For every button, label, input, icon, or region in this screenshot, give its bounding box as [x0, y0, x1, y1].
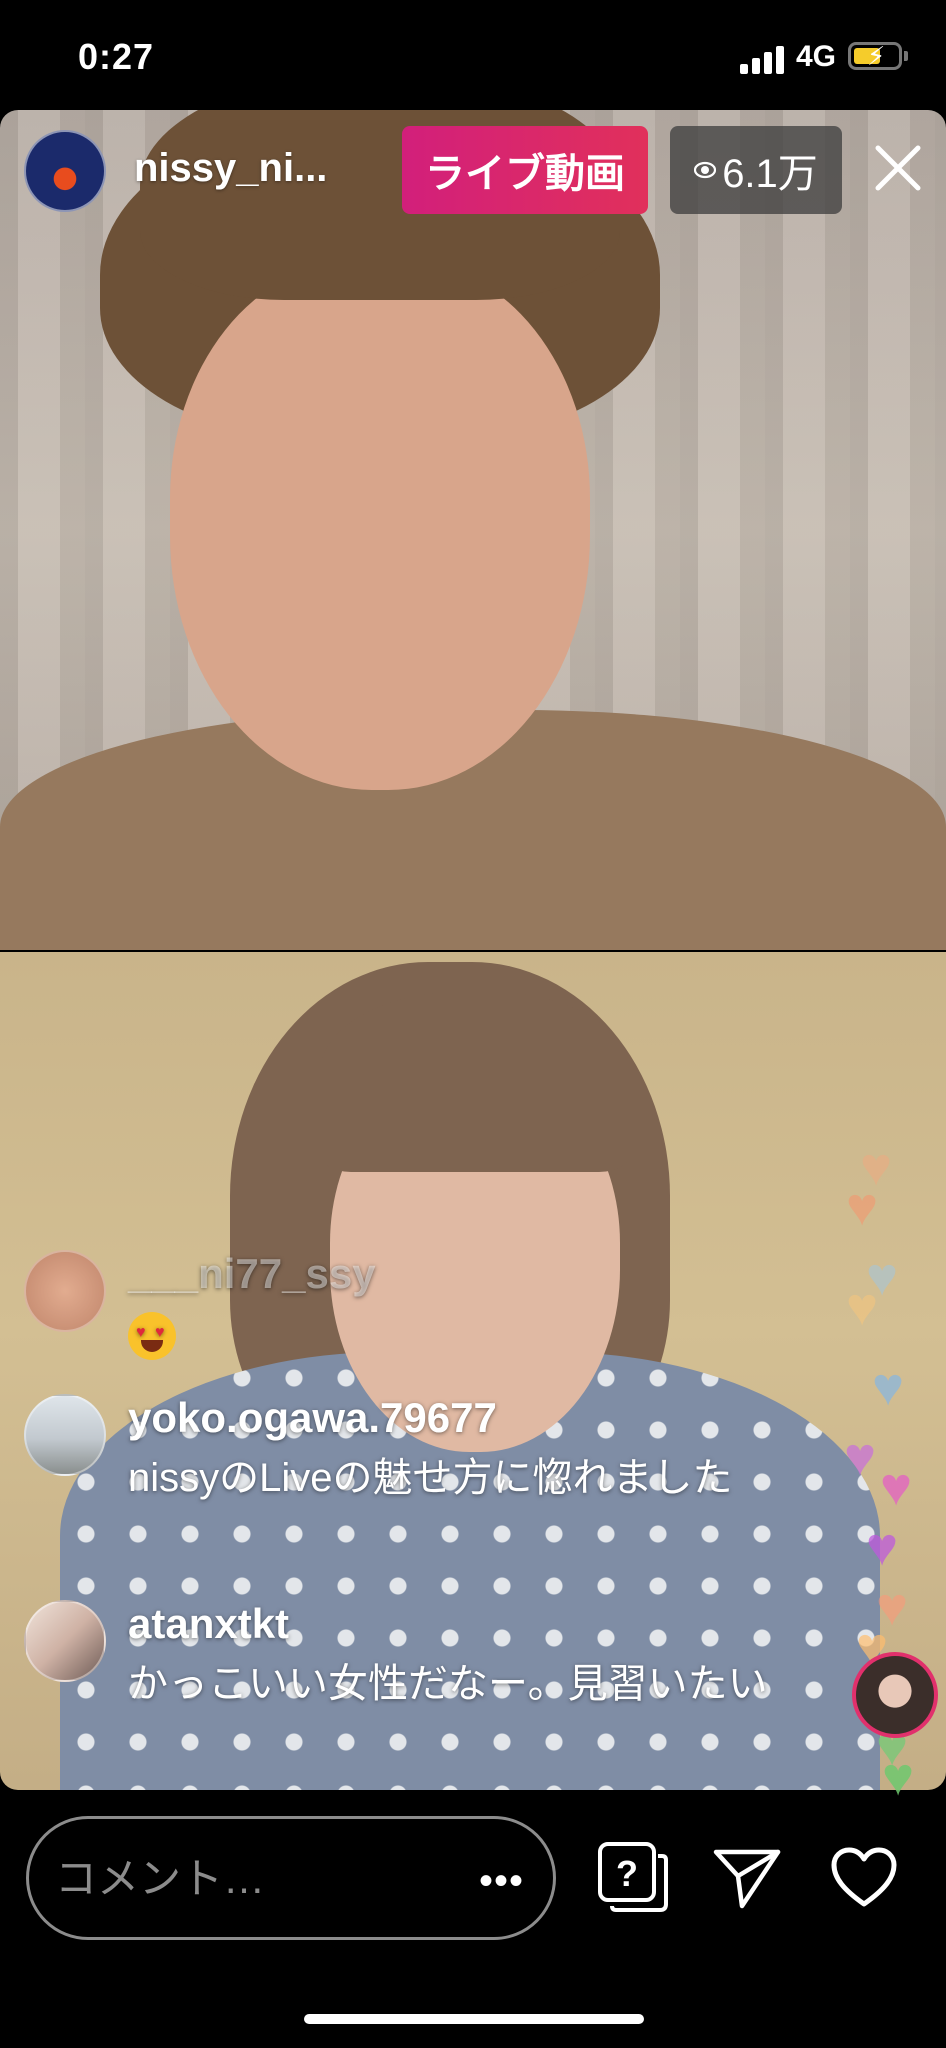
- battery-icon: ⚡: [848, 41, 902, 71]
- viewer-count: 6.1万: [722, 152, 818, 196]
- more-icon[interactable]: •••: [479, 1859, 523, 1903]
- eye-icon: [694, 161, 717, 179]
- network-type: 4G: [796, 40, 837, 73]
- home-indicator[interactable]: [304, 2014, 644, 2024]
- heart-icon: ♥: [846, 1177, 879, 1237]
- heart-icon: ♥: [866, 1517, 899, 1577]
- svg-text:?: ?: [616, 1853, 638, 1894]
- avatar[interactable]: [24, 1394, 106, 1476]
- comment-input-container[interactable]: •••: [26, 1816, 556, 1940]
- heart-icon: ♥: [846, 1277, 879, 1337]
- status-bar: 0:27 4G ⚡: [0, 0, 946, 110]
- send-icon[interactable]: [712, 1846, 782, 1912]
- signal-icon: [740, 44, 786, 74]
- comment-text: nissyのLiveの魅せ方に惚れました: [128, 1456, 733, 1500]
- question-icon[interactable]: ?: [596, 1840, 670, 1916]
- guest-avatar[interactable]: [852, 1652, 938, 1738]
- avatar[interactable]: [24, 1600, 106, 1682]
- heart-icon: ♥: [880, 1457, 913, 1517]
- heart-eyes-emoji: ♥ ♥: [128, 1312, 176, 1361]
- comment-username[interactable]: yoko.ogawa.79677: [128, 1394, 497, 1442]
- heart-icon: ♥: [872, 1357, 905, 1417]
- comment-username[interactable]: atanxtkt: [128, 1600, 289, 1648]
- close-icon[interactable]: [866, 136, 930, 200]
- status-time: 0:27: [78, 36, 155, 77]
- comment-text: かっこいい女性だなー。見習いたい: [128, 1662, 768, 1706]
- heart-icon: ♥: [882, 1747, 915, 1807]
- heart-icon: ♥: [844, 1427, 877, 1487]
- comment-input[interactable]: [53, 1819, 467, 1939]
- comment-username[interactable]: ___ni77_ssy: [128, 1250, 376, 1298]
- heart-icon[interactable]: [830, 1846, 898, 1908]
- viewer-count-badge[interactable]: 6.1万: [670, 126, 842, 214]
- host-username[interactable]: nissy_ni...: [134, 146, 327, 191]
- host-avatar[interactable]: [24, 130, 106, 212]
- avatar[interactable]: [24, 1250, 106, 1332]
- host-video: [0, 110, 946, 950]
- live-badge: ライブ動画: [402, 126, 648, 214]
